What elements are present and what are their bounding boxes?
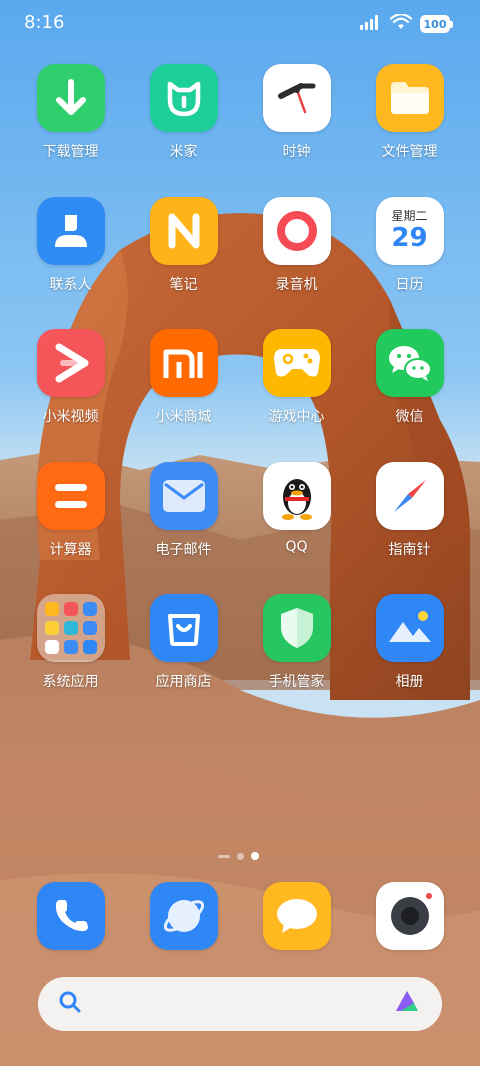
app-label: 小米视频	[42, 409, 99, 425]
mail-icon	[149, 461, 218, 530]
app-security[interactable]: 手机管家	[240, 594, 353, 727]
folder-icon	[375, 64, 444, 132]
wifi-icon	[389, 13, 413, 34]
messages-icon	[262, 882, 331, 950]
battery-icon: 100	[420, 15, 453, 33]
app-compass[interactable]: 指南针	[353, 461, 466, 595]
app-label: 录音机	[275, 276, 318, 293]
page-indicator-home	[218, 854, 230, 858]
status-time: 8:16	[24, 12, 65, 33]
app-download-manager[interactable]: 下载管理	[14, 64, 127, 197]
app-label: 时钟	[282, 144, 311, 160]
app-mi-store[interactable]: 小米商城	[127, 329, 240, 462]
app-label: 系统应用	[42, 674, 99, 690]
app-label: 游戏中心	[268, 409, 325, 425]
dock-app-phone[interactable]	[14, 882, 127, 950]
assistant-icon[interactable]	[392, 989, 422, 1019]
app-calendar[interactable]: 星期二 29 日历	[353, 196, 466, 330]
app-mi-video[interactable]: 小米视频	[14, 329, 127, 462]
clock-icon	[262, 64, 331, 132]
app-label: 小米商城	[155, 409, 212, 425]
dock-app-browser[interactable]	[127, 882, 240, 950]
recorder-icon	[262, 196, 331, 265]
mini-app-icon	[63, 621, 78, 635]
folder-grid-icon	[36, 594, 105, 662]
app-mijia[interactable]: 米家	[127, 64, 240, 197]
mi-store-icon	[149, 329, 218, 397]
app-store-icon	[149, 594, 218, 662]
calendar-icon: 星期二 29	[375, 196, 444, 265]
mini-app-icon	[63, 640, 78, 654]
app-clock[interactable]: 时钟	[240, 64, 353, 197]
mijia-icon	[149, 64, 218, 132]
status-icons: 100	[360, 13, 453, 34]
app-wechat[interactable]: 微信	[353, 329, 466, 462]
app-label: 笔记	[169, 276, 198, 293]
wechat-icon	[375, 329, 444, 397]
app-label: QQ	[285, 538, 308, 555]
security-shield-icon	[262, 594, 331, 662]
app-label: 计算器	[49, 541, 92, 558]
page-dot	[237, 852, 244, 860]
app-label: 微信	[395, 409, 424, 425]
camera-icon	[375, 882, 444, 950]
calendar-day: 29	[391, 223, 428, 253]
page-dot-active	[251, 852, 259, 860]
mini-app-icon	[44, 602, 59, 616]
search-bar[interactable]	[38, 977, 442, 1031]
app-app-store[interactable]: 应用商店	[127, 594, 240, 727]
app-file-manager[interactable]: 文件管理	[353, 64, 466, 197]
compass-icon	[375, 461, 444, 530]
app-label: 手机管家	[268, 674, 325, 690]
download-icon	[36, 64, 105, 132]
app-label: 下载管理	[42, 144, 99, 160]
dock	[14, 882, 466, 950]
app-label: 联系人	[49, 276, 92, 293]
app-label: 电子邮件	[155, 541, 212, 558]
app-grid: 下载管理 米家 时钟 文件管理 联系人 笔记 录音机 星期二 29 日历 小米视…	[14, 64, 466, 727]
phone-icon	[36, 882, 105, 950]
status-bar: 8:16 100	[0, 0, 480, 48]
app-label: 应用商店	[155, 674, 212, 690]
browser-icon	[149, 882, 218, 950]
mini-app-icon	[82, 602, 97, 616]
calendar-weekday: 星期二	[391, 209, 428, 223]
contacts-icon	[36, 196, 105, 265]
battery-level: 100	[423, 17, 447, 31]
app-label: 指南针	[388, 541, 431, 558]
mini-app-icon	[82, 621, 97, 635]
app-email[interactable]: 电子邮件	[127, 461, 240, 595]
app-label: 相册	[395, 674, 424, 690]
gallery-icon	[375, 594, 444, 662]
app-recorder[interactable]: 录音机	[240, 196, 353, 330]
gamepad-icon	[262, 329, 331, 397]
app-notes[interactable]: 笔记	[127, 196, 240, 330]
search-icon	[58, 990, 82, 1018]
mini-app-icon	[82, 640, 97, 654]
app-contacts[interactable]: 联系人	[14, 196, 127, 330]
mini-app-icon	[44, 621, 59, 635]
app-label: 文件管理	[381, 144, 438, 160]
app-system-apps-folder[interactable]: 系统应用	[14, 594, 127, 727]
calculator-icon	[36, 461, 105, 530]
signal-icon	[360, 14, 382, 34]
app-gallery[interactable]: 相册	[353, 594, 466, 727]
page-indicator[interactable]	[218, 852, 259, 860]
mini-app-icon	[63, 602, 78, 616]
app-label: 日历	[395, 276, 424, 293]
video-icon	[36, 329, 105, 397]
dock-app-messages[interactable]	[240, 882, 353, 950]
dock-app-camera[interactable]	[353, 882, 466, 950]
app-game-center[interactable]: 游戏中心	[240, 329, 353, 462]
app-label: 米家	[169, 144, 198, 160]
app-qq[interactable]: QQ	[240, 461, 353, 595]
notes-icon	[149, 196, 218, 265]
qq-penguin-icon	[262, 461, 331, 530]
app-calculator[interactable]: 计算器	[14, 461, 127, 595]
mini-app-icon	[44, 640, 59, 654]
